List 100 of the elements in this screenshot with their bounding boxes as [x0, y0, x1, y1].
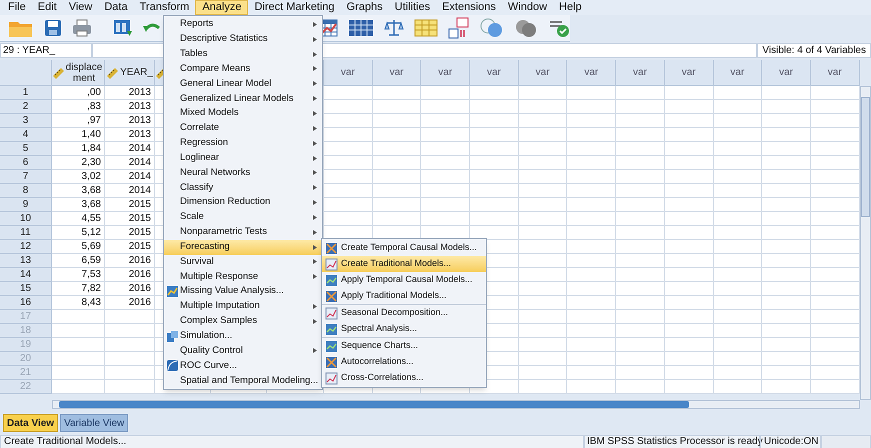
row-number[interactable]: 13 [0, 254, 52, 268]
submenu-item[interactable]: Apply Traditional Models... [322, 288, 486, 304]
submenu-item[interactable]: Cross-Correlations... [322, 370, 486, 386]
menu-item[interactable]: Correlate [164, 120, 322, 136]
menu-item[interactable]: Dimension Reduction [164, 195, 322, 210]
row-number[interactable]: 8 [0, 184, 52, 198]
submenu-item[interactable]: Seasonal Decomposition... [322, 305, 486, 321]
menu-item[interactable]: File [2, 0, 32, 15]
menu-item[interactable]: Edit [32, 0, 63, 15]
menu-item[interactable]: Graphs [340, 0, 389, 15]
scrollbar-thumb[interactable] [861, 97, 870, 217]
menu-item[interactable]: Extensions [436, 0, 502, 15]
table-cell [664, 338, 714, 352]
view-tab[interactable]: Variable View [60, 414, 128, 432]
row-number[interactable]: 1 [0, 86, 52, 100]
table-cell [664, 380, 714, 394]
table-cell [664, 254, 714, 268]
column-header[interactable]: var [372, 60, 422, 86]
column-header[interactable]: var [421, 60, 470, 86]
row-number[interactable]: 9 [0, 198, 52, 212]
column-header[interactable]: var [324, 60, 373, 86]
menu-item[interactable]: Survival [164, 254, 322, 270]
circles-icon[interactable] [480, 18, 504, 38]
submenu-item[interactable]: Autocorrelations... [322, 354, 486, 370]
table-cell [616, 212, 665, 226]
menu-item[interactable]: Complex Samples [164, 314, 322, 329]
menu-item[interactable]: View [62, 0, 98, 15]
circles-icon[interactable] [514, 18, 538, 38]
print-icon[interactable] [72, 19, 92, 37]
menu-item[interactable]: Nonparametric Tests [164, 224, 322, 240]
table-cell [518, 128, 568, 142]
view-tab[interactable]: Data View [3, 414, 58, 432]
row-number[interactable]: 12 [0, 240, 52, 254]
vertical-scrollbar[interactable] [860, 86, 871, 400]
scrollbar-thumb[interactable] [59, 401, 689, 408]
menu-item[interactable]: Help [553, 0, 588, 15]
menu-item[interactable]: Compare Means [164, 62, 322, 76]
column-header[interactable]: var [810, 60, 860, 86]
menu-item[interactable]: Forecasting [164, 240, 322, 254]
column-header[interactable]: displacement [52, 60, 105, 86]
menu-item[interactable]: Classify [164, 180, 322, 196]
menu-item[interactable]: Analyze [195, 0, 248, 15]
table-cell [762, 212, 811, 226]
menu-item[interactable]: Quality Control [164, 344, 322, 358]
column-header[interactable]: YEAR_ [105, 60, 155, 86]
save-icon[interactable] [44, 19, 62, 37]
table-cell: 2015 [105, 198, 155, 212]
table-cell [762, 198, 811, 212]
table-cell: 1,40 [52, 128, 105, 142]
menu-item[interactable]: Direct Marketing [248, 0, 341, 15]
menu-item[interactable]: Transform [134, 0, 196, 15]
row-number[interactable]: 6 [0, 156, 52, 170]
table-cell [714, 296, 762, 310]
menu-item[interactable]: Multiple Response [164, 269, 322, 284]
menu-item[interactable]: Reports [164, 17, 322, 32]
horizontal-scrollbar[interactable] [52, 400, 860, 409]
column-header[interactable]: var [518, 60, 568, 86]
row-number[interactable]: 7 [0, 170, 52, 184]
row-number[interactable]: 16 [0, 296, 52, 310]
menu-item[interactable]: General Linear Model [164, 76, 322, 92]
row-number[interactable]: 14 [0, 268, 52, 282]
column-header[interactable]: var [470, 60, 519, 86]
menu-item[interactable]: Regression [164, 136, 322, 151]
table-cell [762, 114, 811, 128]
row-number[interactable]: 11 [0, 226, 52, 240]
row-number[interactable]: 5 [0, 142, 52, 156]
value-labels-icon[interactable] [448, 17, 470, 39]
submenu-item[interactable]: Create Traditional Models... [322, 256, 486, 272]
row-number[interactable]: 10 [0, 212, 52, 226]
column-header[interactable]: var [567, 60, 616, 86]
menu-item[interactable]: Utilities [388, 0, 436, 15]
menu-item[interactable]: Window [502, 0, 554, 15]
table-icon[interactable] [414, 18, 438, 38]
menu-item[interactable]: Mixed Models [164, 106, 322, 121]
row-number[interactable]: 4 [0, 128, 52, 142]
submenu-item[interactable]: Create Temporal Causal Models... [322, 240, 486, 256]
menu-item[interactable]: Descriptive Statistics [164, 32, 322, 47]
menu-item[interactable]: Multiple Imputation [164, 299, 322, 314]
submenu-item[interactable]: Spectral Analysis... [322, 321, 486, 337]
cell-reference-field[interactable]: 29 : YEAR_ [0, 43, 92, 58]
menu-item[interactable]: Loglinear [164, 150, 322, 166]
menu-item[interactable]: Scale [164, 210, 322, 225]
menu-item[interactable]: Data [98, 0, 134, 15]
column-header[interactable]: var [714, 60, 762, 86]
table-cell [616, 170, 665, 184]
row-number[interactable]: 2 [0, 100, 52, 114]
submenu-item[interactable]: Sequence Charts... [322, 338, 486, 354]
menu-item[interactable]: Generalized Linear Models [164, 91, 322, 106]
column-header[interactable]: var [762, 60, 811, 86]
scale-icon[interactable] [384, 18, 404, 38]
column-header[interactable]: var [616, 60, 665, 86]
table-cell [714, 226, 762, 240]
menu-item[interactable]: Tables [164, 46, 322, 62]
table-cell [52, 366, 105, 380]
row-number[interactable]: 3 [0, 114, 52, 128]
row-number[interactable]: 15 [0, 282, 52, 296]
submenu-item[interactable]: Apply Temporal Causal Models... [322, 272, 486, 288]
menu-item[interactable]: Neural Networks [164, 165, 322, 180]
column-header[interactable]: var [664, 60, 714, 86]
import-icon[interactable] [113, 18, 134, 38]
